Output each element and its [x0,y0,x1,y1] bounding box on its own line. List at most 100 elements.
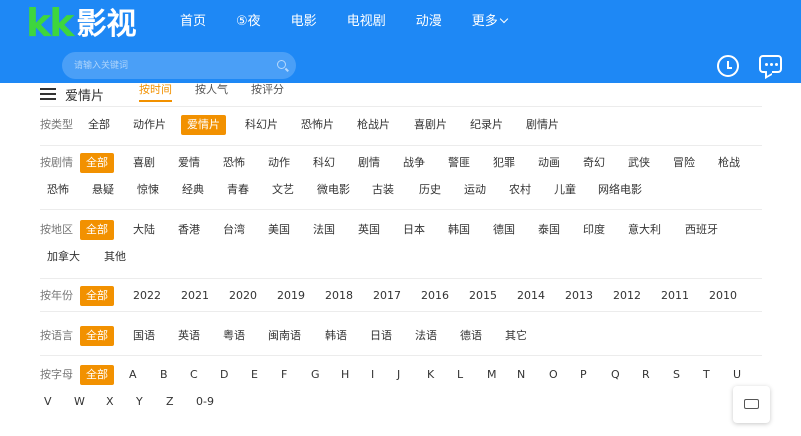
filter-option-region[interactable]: 加拿大 [47,247,80,267]
filter-option-region[interactable]: 台湾 [223,220,245,240]
filter-option-language[interactable]: 全部 [80,326,114,346]
filter-option-year[interactable]: 2019 [277,286,305,306]
filter-option-region[interactable]: 美国 [268,220,290,240]
filter-option-language[interactable]: 韩语 [325,326,347,346]
filter-option-type[interactable]: 动作片 [133,115,166,135]
filter-option-letter[interactable]: B [160,365,168,385]
filter-option-letter[interactable]: C [190,365,198,385]
filter-option-letter[interactable]: G [311,365,320,385]
filter-option-year[interactable]: 2010 [709,286,737,306]
nav-more[interactable]: 更多 [472,13,508,31]
filter-option-language[interactable]: 英语 [178,326,200,346]
filter-option-plot[interactable]: 奇幻 [583,153,605,173]
filter-option-region[interactable]: 其他 [104,247,126,267]
filter-option-plot[interactable]: 武侠 [628,153,650,173]
filter-option-language[interactable]: 德语 [460,326,482,346]
filter-option-region[interactable]: 大陆 [133,220,155,240]
filter-option-language[interactable]: 粤语 [223,326,245,346]
search-input[interactable] [74,56,264,75]
filter-option-year[interactable]: 2015 [469,286,497,306]
filter-option-letter[interactable]: 0-9 [196,392,214,412]
filter-option-plot[interactable]: 科幻 [313,153,335,173]
filter-option-plot[interactable]: 冒险 [673,153,695,173]
filter-option-letter[interactable]: Q [611,365,620,385]
filter-option-plot[interactable]: 悬疑 [92,180,114,200]
filter-option-year[interactable]: 2011 [661,286,689,306]
filter-option-plot[interactable]: 经典 [182,180,204,200]
filter-option-plot[interactable]: 网络电影 [598,180,642,200]
filter-option-year[interactable]: 2012 [613,286,641,306]
filter-option-year[interactable]: 2016 [421,286,449,306]
filter-option-region[interactable]: 法国 [313,220,335,240]
filter-option-letter[interactable]: F [281,365,287,385]
filter-option-plot[interactable]: 恐怖 [47,180,69,200]
filter-option-region[interactable]: 西班牙 [685,220,718,240]
clock-icon[interactable] [717,55,739,77]
filter-option-letter[interactable]: M [487,365,497,385]
filter-option-year[interactable]: 2018 [325,286,353,306]
filter-option-type[interactable]: 恐怖片 [301,115,334,135]
filter-option-letter[interactable]: T [703,365,710,385]
filter-option-region[interactable]: 日本 [403,220,425,240]
filter-option-plot[interactable]: 枪战 [718,153,740,173]
filter-option-letter[interactable]: N [517,365,525,385]
filter-option-letter[interactable]: K [427,365,434,385]
nav-home[interactable]: 首页 [180,13,206,31]
search-icon[interactable] [277,60,286,69]
filter-option-region[interactable]: 全部 [80,220,114,240]
filter-option-plot[interactable]: 儿童 [554,180,576,200]
filter-option-year[interactable]: 全部 [80,286,114,306]
filter-option-plot[interactable]: 剧情 [358,153,380,173]
filter-option-plot[interactable]: 运动 [464,180,486,200]
filter-option-letter[interactable]: I [371,365,374,385]
nav-night[interactable]: ⑤夜 [236,13,261,31]
filter-option-region[interactable]: 韩国 [448,220,470,240]
filter-option-plot[interactable]: 农村 [509,180,531,200]
filter-option-type[interactable]: 喜剧片 [414,115,447,135]
filter-option-letter[interactable]: A [129,365,137,385]
filter-option-letter[interactable]: P [580,365,587,385]
filter-option-type[interactable]: 科幻片 [245,115,278,135]
filter-option-year[interactable]: 2020 [229,286,257,306]
filter-option-plot[interactable]: 全部 [80,153,114,173]
filter-option-letter[interactable]: D [220,365,228,385]
filter-option-letter[interactable]: V [44,392,52,412]
filter-option-region[interactable]: 德国 [493,220,515,240]
filter-option-letter[interactable]: S [673,365,680,385]
filter-option-language[interactable]: 国语 [133,326,155,346]
filter-option-letter[interactable]: X [106,392,114,412]
sort-by-popularity[interactable]: 按人气 [195,83,228,105]
filter-option-region[interactable]: 泰国 [538,220,560,240]
filter-option-language[interactable]: 闽南语 [268,326,301,346]
filter-option-plot[interactable]: 爱情 [178,153,200,173]
filter-option-plot[interactable]: 动作 [268,153,290,173]
filter-option-type[interactable]: 枪战片 [357,115,390,135]
filter-option-letter[interactable]: R [642,365,650,385]
filter-option-year[interactable]: 2022 [133,286,161,306]
feedback-button[interactable] [733,386,770,423]
filter-option-letter[interactable]: E [251,365,258,385]
filter-option-plot[interactable]: 警匪 [448,153,470,173]
sort-by-time[interactable]: 按时间 [139,83,172,102]
filter-option-letter[interactable]: W [74,392,85,412]
site-logo[interactable]: kk 影视 [26,4,137,42]
filter-option-letter[interactable]: Z [166,392,174,412]
filter-option-plot[interactable]: 战争 [403,153,425,173]
filter-option-letter[interactable]: H [341,365,349,385]
filter-option-year[interactable]: 2014 [517,286,545,306]
nav-anime[interactable]: 动漫 [416,13,442,31]
filter-option-plot[interactable]: 历史 [419,180,441,200]
filter-option-year[interactable]: 2017 [373,286,401,306]
filter-option-region[interactable]: 英国 [358,220,380,240]
filter-option-year[interactable]: 2013 [565,286,593,306]
nav-movies[interactable]: 电影 [291,13,317,31]
nav-tv[interactable]: 电视剧 [347,13,386,31]
filter-option-type[interactable]: 剧情片 [526,115,559,135]
filter-option-letter[interactable]: 全部 [80,365,114,385]
message-icon[interactable] [759,55,782,73]
filter-option-year[interactable]: 2021 [181,286,209,306]
filter-option-letter[interactable]: U [733,365,741,385]
sort-by-rating[interactable]: 按评分 [251,83,284,105]
filter-option-type[interactable]: 全部 [88,115,110,135]
filter-option-plot[interactable]: 喜剧 [133,153,155,173]
